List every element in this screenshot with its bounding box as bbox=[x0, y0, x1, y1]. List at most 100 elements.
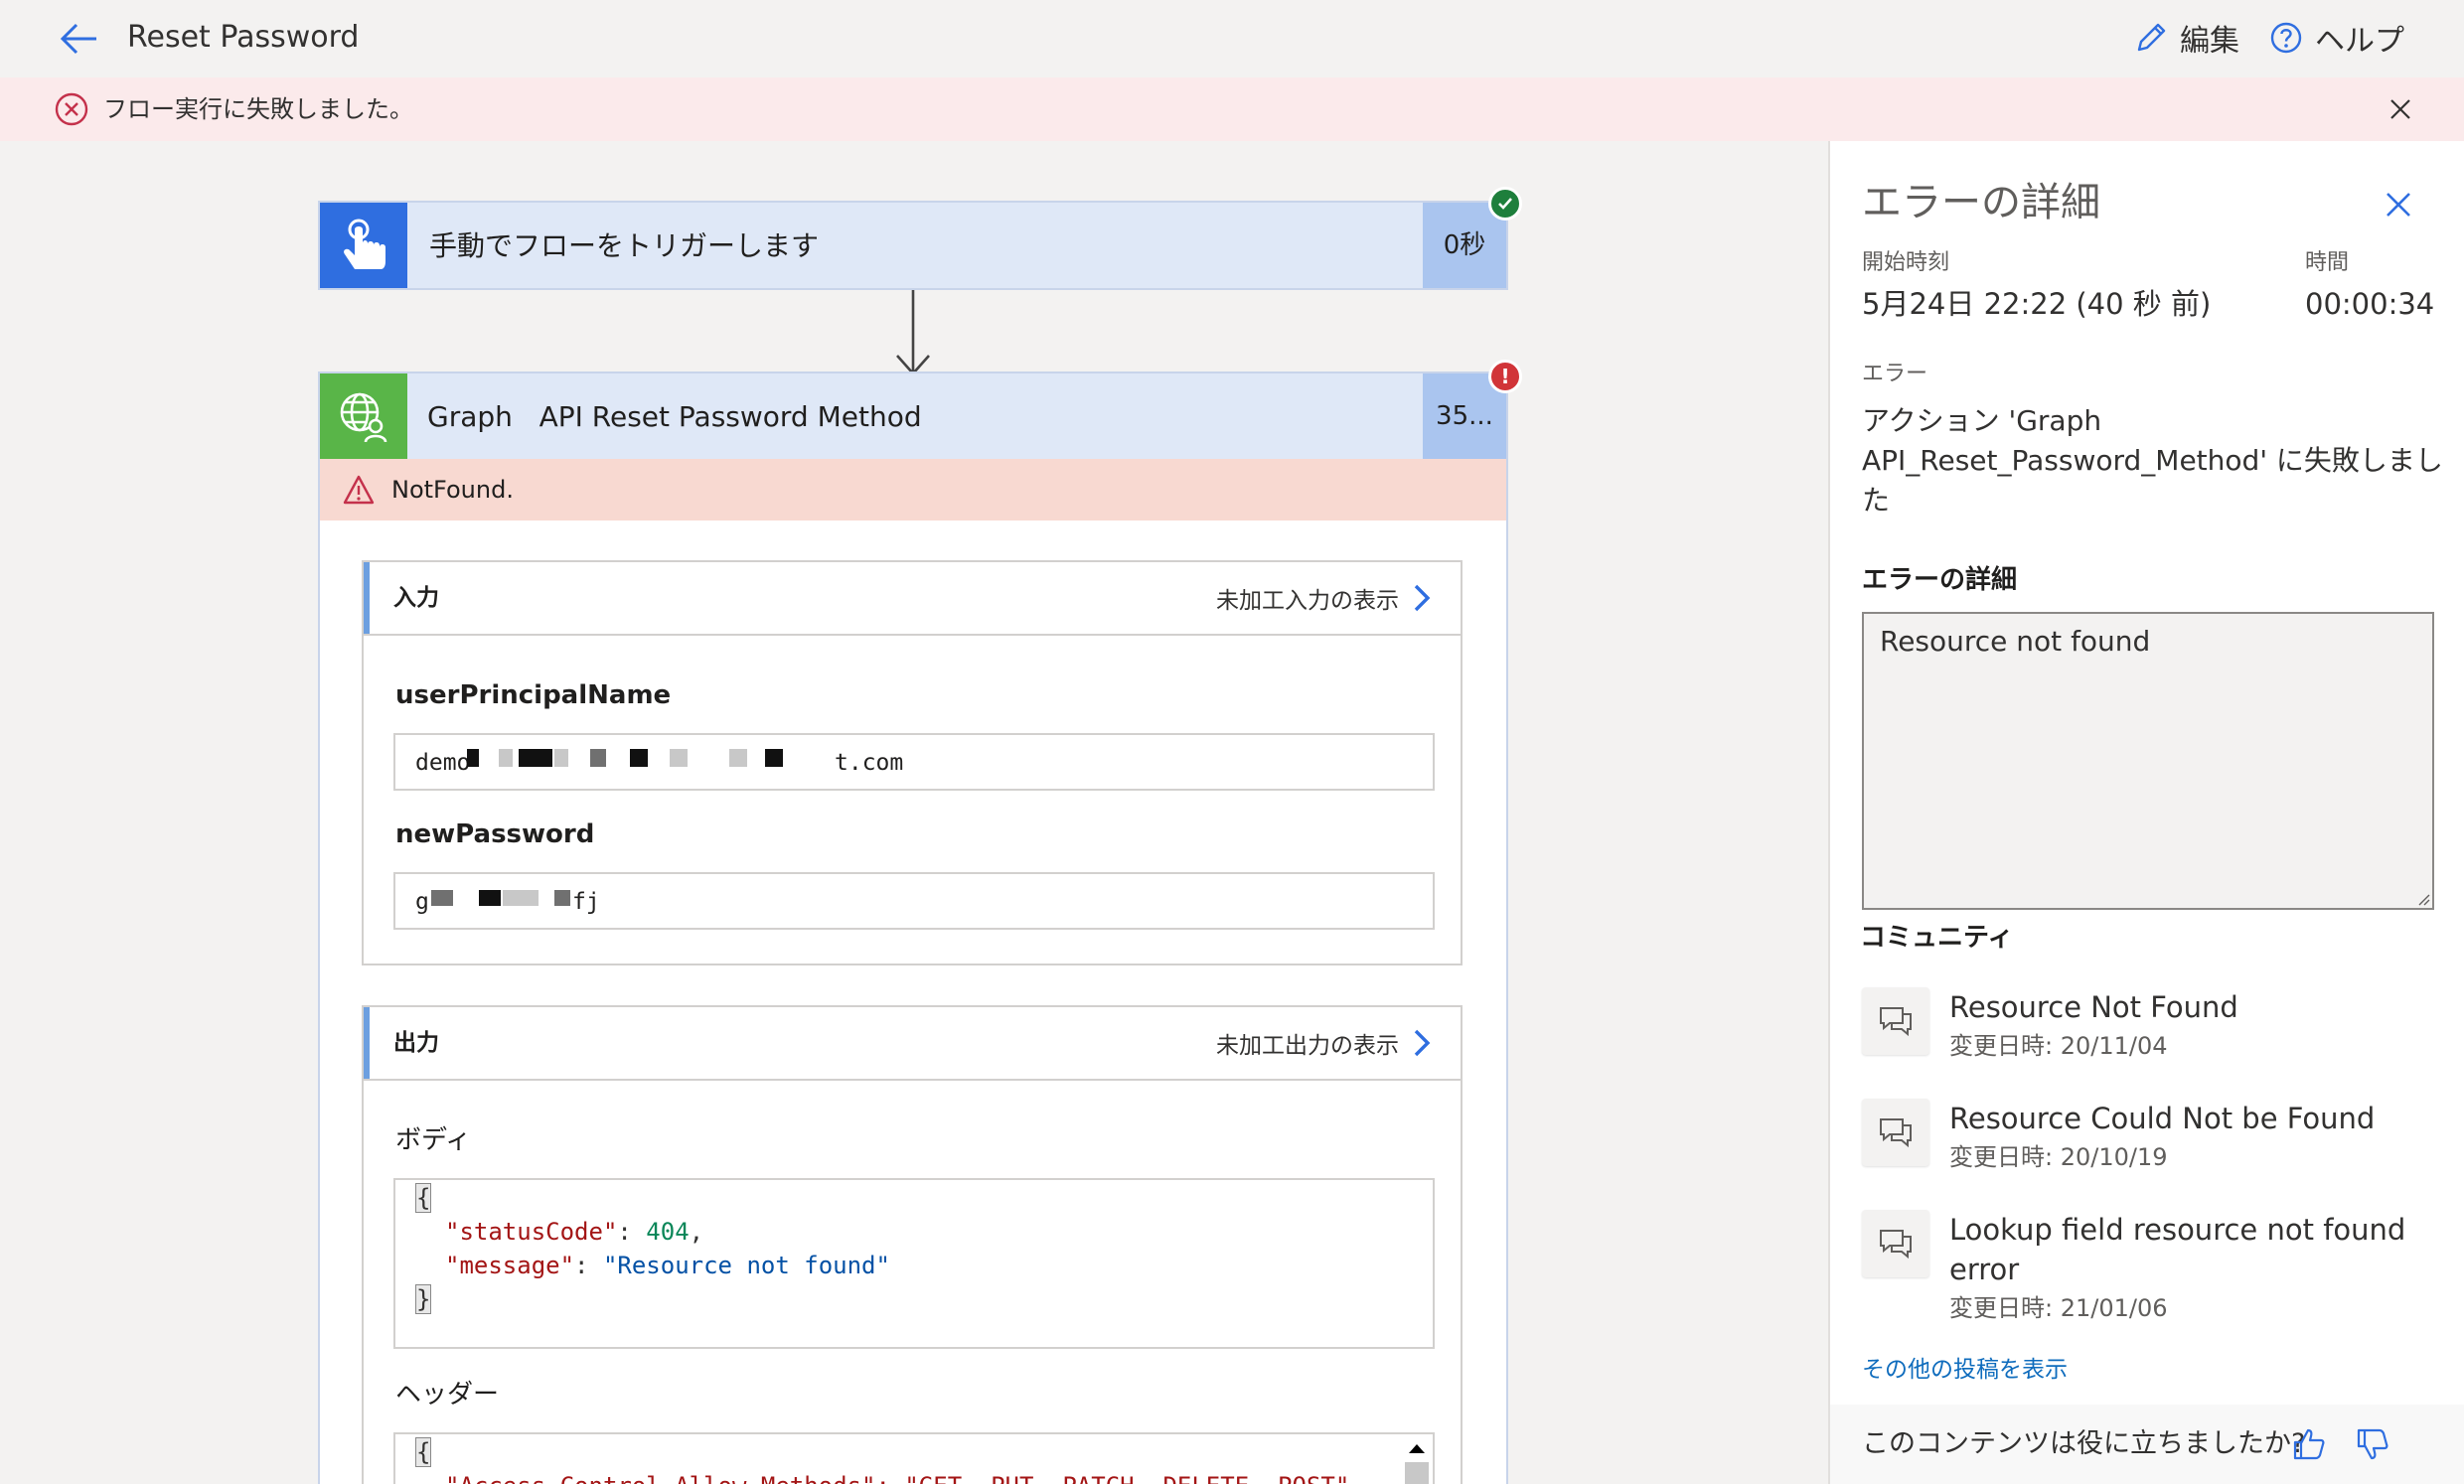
community-item-title: Lookup field resource not found error bbox=[1949, 1213, 2406, 1286]
redacted-block bbox=[590, 749, 606, 767]
show-raw-outputs-link[interactable]: 未加工出力の表示 bbox=[1216, 1021, 1431, 1065]
globe-user-icon bbox=[340, 392, 387, 443]
trigger-title: 手動でフローをトリガーします bbox=[429, 229, 820, 262]
flow-canvas: 手動でフローをトリガーします 0秒 Graph API Reset Passwo… bbox=[0, 141, 1828, 1484]
close-brace: } bbox=[415, 1284, 432, 1314]
user-principal-name-label: userPrincipalName bbox=[395, 680, 672, 710]
upn-value-suffix: t.com bbox=[835, 750, 904, 776]
duration-label: 時間 bbox=[2305, 250, 2350, 275]
redacted-block bbox=[431, 890, 453, 906]
error-label: エラー bbox=[1862, 362, 1928, 386]
code-line: "message": "Resource not found" bbox=[445, 1248, 890, 1283]
new-password-label: newPassword bbox=[395, 819, 595, 849]
thumbs-up-button[interactable] bbox=[2287, 1422, 2331, 1466]
message-key: "message" bbox=[445, 1252, 575, 1279]
community-item-title: Resource Not Found bbox=[1949, 990, 2238, 1024]
question-circle-icon bbox=[2270, 22, 2302, 54]
chat-bubbles-icon bbox=[1862, 1099, 1929, 1166]
thumbs-down-button[interactable] bbox=[2351, 1422, 2394, 1466]
close-icon bbox=[2390, 99, 2410, 119]
body-label: ボディ bbox=[395, 1125, 472, 1155]
code-colon: : bbox=[617, 1218, 647, 1246]
community-item[interactable]: Lookup field resource not found error 変更… bbox=[1862, 1210, 2434, 1329]
community-item-date: 変更日時: 20/10/19 bbox=[1949, 1143, 2168, 1171]
duration-value: 00:00:34 bbox=[2305, 287, 2435, 321]
inputs-section: 入力 未加工入力の表示 userPrincipalName demo t.com… bbox=[362, 560, 1463, 965]
show-raw-outputs-label: 未加工出力の表示 bbox=[1216, 1033, 1399, 1059]
panel-title: エラーの詳細 bbox=[1862, 180, 2100, 225]
error-status-icon: ! bbox=[1488, 360, 1522, 393]
chevron-right-icon bbox=[1414, 1029, 1431, 1057]
scroll-up-arrow-icon[interactable] bbox=[1405, 1438, 1429, 1458]
message-value: "Resource not found" bbox=[602, 1252, 890, 1279]
trigger-card[interactable]: 手動でフローをトリガーします 0秒 bbox=[318, 201, 1508, 290]
redacted-block bbox=[519, 749, 552, 767]
headers-label: ヘッダー bbox=[395, 1380, 500, 1410]
community-item-title: Resource Could Not be Found bbox=[1949, 1102, 2376, 1135]
warning-triangle-icon bbox=[343, 475, 375, 505]
community-item[interactable]: Resource Could Not be Found 変更日時: 20/10/… bbox=[1862, 1099, 2434, 1178]
code-line: { bbox=[415, 1180, 432, 1216]
arrow-left-icon bbox=[60, 23, 96, 55]
top-header: Reset Password 編集 ヘルプ bbox=[0, 0, 2464, 77]
chat-bubbles-icon bbox=[1862, 987, 1929, 1055]
new-password-value: g fj bbox=[393, 872, 1435, 930]
body-code-viewer[interactable]: { "statusCode": 404, "message": "Resourc… bbox=[393, 1178, 1435, 1349]
redacted-block bbox=[630, 749, 648, 767]
error-banner: フロー実行に失敗しました。 bbox=[0, 77, 2464, 141]
error-details-panel: エラーの詳細 開始時刻 5月24日 22:22 (40 秒 前) 時間 00:0… bbox=[1828, 141, 2464, 1484]
community-item[interactable]: Resource Not Found 変更日時: 20/11/04 bbox=[1862, 987, 2434, 1067]
chevron-right-icon bbox=[1414, 584, 1431, 612]
error-message: アクション 'Graph API_Reset_Password_Method' … bbox=[1862, 404, 2443, 517]
trigger-icon-box bbox=[320, 203, 407, 288]
outputs-section: 出力 未加工出力の表示 ボディ { "statusCode": 404, "me… bbox=[362, 1005, 1463, 1484]
redacted-block bbox=[554, 890, 570, 906]
upn-value-prefix: demo bbox=[415, 750, 471, 776]
code-comma: , bbox=[689, 1218, 704, 1246]
outputs-title: 出力 bbox=[393, 1030, 439, 1056]
chat-bubbles-icon bbox=[1862, 1210, 1929, 1277]
page-title: Reset Password bbox=[127, 20, 360, 55]
error-details-textarea[interactable]: Resource not found bbox=[1862, 612, 2434, 910]
community-item-date: 変更日時: 20/11/04 bbox=[1949, 1032, 2168, 1060]
code-line: "statusCode": 404, bbox=[445, 1214, 703, 1250]
help-label: ヘルプ bbox=[2315, 24, 2404, 59]
checkmark-icon bbox=[1498, 198, 1512, 210]
community-heading: コミュニティ bbox=[1860, 923, 2014, 953]
redacted-block bbox=[499, 749, 513, 767]
edit-label: 編集 bbox=[2180, 24, 2239, 59]
resize-grip-icon[interactable] bbox=[2414, 890, 2430, 906]
pencil-icon bbox=[2137, 23, 2166, 52]
redacted-block bbox=[503, 890, 539, 906]
error-details-heading: エラーの詳細 bbox=[1862, 565, 2018, 595]
flow-run-page: Reset Password 編集 ヘルプ フロー実行に失敗しました。 手動でフ… bbox=[0, 0, 2464, 1484]
edit-button[interactable]: 編集 bbox=[2134, 16, 2239, 60]
start-time-value: 5月24日 22:22 (40 秒 前) bbox=[1862, 287, 2212, 321]
password-value-prefix: g bbox=[415, 889, 429, 915]
scrollbar-thumb[interactable] bbox=[1405, 1462, 1429, 1484]
redacted-block bbox=[729, 749, 747, 767]
feedback-question: このコンテンツは役に立ちましたか? bbox=[1862, 1428, 2306, 1459]
section-accent bbox=[364, 1007, 370, 1079]
panel-close-button[interactable] bbox=[2379, 185, 2418, 224]
redacted-block bbox=[467, 749, 479, 767]
section-accent bbox=[364, 562, 370, 634]
redacted-block bbox=[554, 749, 568, 767]
start-time-label: 開始時刻 bbox=[1862, 250, 1950, 275]
show-raw-inputs-link[interactable]: 未加工入力の表示 bbox=[1216, 576, 1431, 620]
thumbs-down-icon bbox=[2357, 1428, 2388, 1460]
headers-code-viewer[interactable]: { "Access-Control-Allow-Methods": "GET, … bbox=[393, 1432, 1435, 1484]
action-card-header[interactable]: Graph API Reset Password Method 35... bbox=[320, 373, 1506, 459]
status-code-key: "statusCode" bbox=[445, 1218, 618, 1246]
redacted-block bbox=[765, 749, 783, 767]
back-button[interactable] bbox=[54, 14, 103, 64]
help-button[interactable]: ヘルプ bbox=[2269, 16, 2404, 60]
action-icon-box bbox=[320, 373, 407, 459]
close-icon bbox=[2387, 193, 2410, 217]
show-more-posts-link[interactable]: その他の投稿を表示 bbox=[1862, 1353, 2068, 1387]
open-brace: { bbox=[415, 1183, 432, 1213]
banner-close-button[interactable] bbox=[2383, 91, 2418, 127]
redacted-block bbox=[670, 749, 688, 767]
inputs-title: 入力 bbox=[393, 585, 439, 611]
inputs-section-header: 入力 未加工入力の表示 bbox=[364, 562, 1461, 636]
